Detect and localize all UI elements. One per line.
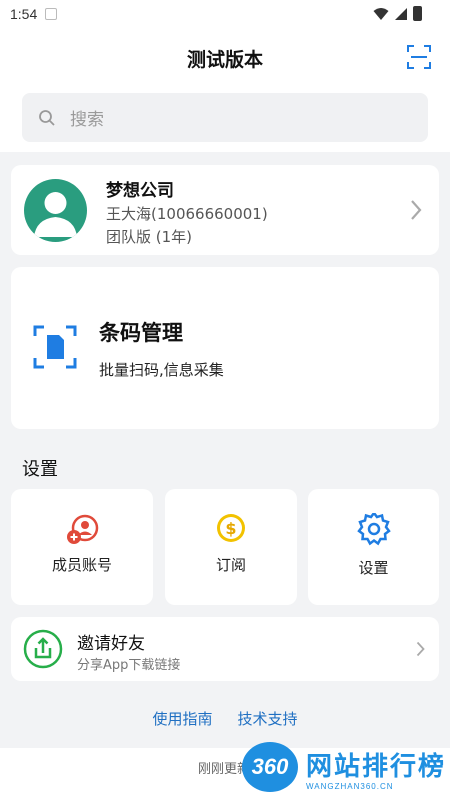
subscribe-tile[interactable]: $ 订阅 <box>165 489 297 605</box>
barcode-document-icon <box>33 325 77 369</box>
invite-subtitle: 分享App下载链接 <box>77 658 181 673</box>
signal-icon <box>395 7 407 20</box>
member-accounts-label: 成员账号 <box>51 556 112 574</box>
notification-icon <box>45 8 58 20</box>
invite-friends-card[interactable]: 邀请好友 分享App下载链接 <box>11 617 439 681</box>
watermark-url: WANGZHAN360.CN <box>306 782 394 791</box>
share-icon <box>23 629 63 669</box>
barcode-subtitle: 批量扫码,信息采集 <box>99 361 224 379</box>
avatar <box>24 179 87 242</box>
status-time: 1:54 <box>10 6 38 22</box>
scan-icon[interactable] <box>406 44 432 70</box>
company-name: 梦想公司 <box>106 181 174 201</box>
status-bar: 1:54 <box>0 0 450 28</box>
watermark-brand: 网站排行榜 <box>306 752 447 782</box>
svg-text:$: $ <box>225 519 236 538</box>
barcode-title: 条码管理 <box>99 321 183 345</box>
chevron-right-icon <box>411 200 422 220</box>
search-input[interactable]: 搜索 <box>22 93 428 142</box>
battery-icon <box>413 6 422 21</box>
user-info: 王大海(10066660001) <box>106 205 268 223</box>
subscribe-label: 订阅 <box>215 556 246 574</box>
watermark: 360 网站排行榜 WANGZHAN360.CN <box>236 740 450 800</box>
plan-info: 团队版 (1年) <box>106 228 193 246</box>
settings-tile[interactable]: 设置 <box>308 489 439 605</box>
user-guide-link[interactable]: 使用指南 <box>152 710 212 728</box>
settings-label: 设置 <box>358 559 389 577</box>
settings-section-title: 设置 <box>22 459 58 480</box>
page-title: 测试版本 <box>186 49 263 71</box>
person-avatar-icon <box>34 192 77 237</box>
member-accounts-tile[interactable]: 成员账号 <box>11 489 153 605</box>
invite-title: 邀请好友 <box>77 634 145 654</box>
chevron-right-icon <box>416 641 425 657</box>
gear-icon <box>356 513 391 546</box>
dollar-coin-icon: $ <box>217 514 245 542</box>
help-links: 使用指南 技术支持 <box>0 708 450 729</box>
search-placeholder: 搜索 <box>70 110 104 130</box>
tech-support-link[interactable]: 技术支持 <box>238 710 298 728</box>
member-account-icon <box>67 514 99 544</box>
search-icon <box>39 109 55 126</box>
status-icons <box>373 6 422 21</box>
company-card[interactable]: 梦想公司 王大海(10066660001) 团队版 (1年) <box>11 165 439 255</box>
watermark-logo: 360 <box>242 742 298 792</box>
header: 测试版本 搜索 <box>0 28 450 152</box>
wifi-icon <box>373 7 389 20</box>
barcode-management-card[interactable]: 条码管理 批量扫码,信息采集 <box>11 267 439 429</box>
